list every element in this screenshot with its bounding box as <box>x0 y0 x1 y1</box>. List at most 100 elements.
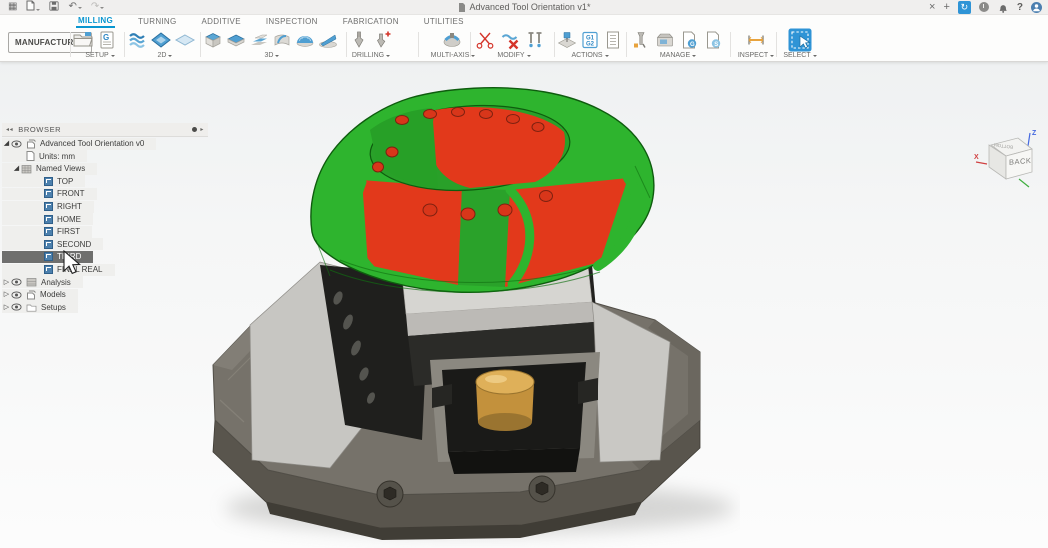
3d-adaptive-button[interactable] <box>202 29 224 51</box>
group-label-drilling[interactable]: DRILLING <box>348 52 394 59</box>
new-setup-button[interactable] <box>72 29 94 51</box>
undo-button[interactable]: ↶ <box>68 2 82 12</box>
named-view-front[interactable]: FRONT <box>2 187 97 200</box>
drill-button[interactable] <box>348 29 370 51</box>
notifications-bell-icon[interactable] <box>997 1 1009 14</box>
3d-steep-shallow-button[interactable] <box>248 29 270 51</box>
g-glyph: G <box>103 33 109 42</box>
save-button[interactable] <box>49 0 60 14</box>
tab-utilities[interactable]: UTILITIES <box>422 15 466 28</box>
named-view-icon <box>44 239 53 249</box>
panel-dot-icon[interactable] <box>192 127 198 132</box>
browser-item-analysis[interactable]: ▷ Analysis <box>2 276 83 289</box>
chevron-down-icon <box>692 55 697 59</box>
collapse-panel-icon[interactable]: ◂◂ <box>6 126 13 133</box>
tab-milling[interactable]: MILLING <box>76 14 115 28</box>
eye-icon[interactable] <box>11 303 22 311</box>
group-label-2d[interactable]: 2D <box>126 52 204 59</box>
browser-item-root[interactable]: ◢ Advanced Tool Orientation v0 <box>2 137 157 150</box>
file-menu-button[interactable] <box>26 0 41 14</box>
eye-icon[interactable] <box>11 291 22 299</box>
2d-pocket-button[interactable] <box>150 29 172 51</box>
expander-icon[interactable]: ▷ <box>2 291 11 298</box>
job-status-icon[interactable] <box>978 2 989 12</box>
tab-additive[interactable]: ADDITIVE <box>200 15 243 28</box>
browser-item-setups[interactable]: ▷ Setups <box>2 301 78 314</box>
machine-library-button[interactable] <box>654 29 676 51</box>
view-cube[interactable]: Z X BACK BOTTOM <box>973 125 1045 191</box>
group-label-inspect[interactable]: INSPECT <box>734 52 778 59</box>
delete-passes-button[interactable] <box>499 29 521 51</box>
browser-item-models[interactable]: ▷ Models <box>2 288 78 301</box>
eye-icon[interactable] <box>11 140 22 148</box>
post-process-button[interactable]: G1 G2 <box>579 29 601 51</box>
redo-button[interactable]: ↷ <box>91 2 105 12</box>
tool-library-button[interactable] <box>630 29 652 51</box>
2d-pocket-icon <box>151 32 171 48</box>
browser-item-named-views[interactable]: ◢ Named Views <box>2 162 98 175</box>
multi-axis-button[interactable] <box>441 29 463 51</box>
face-button[interactable] <box>174 29 196 51</box>
trim-button[interactable] <box>474 29 496 51</box>
named-view-right[interactable]: RIGHT <box>2 200 94 213</box>
named-view-second[interactable]: SECOND <box>2 238 104 251</box>
group-label-select[interactable]: SELECT <box>780 52 820 59</box>
group-manage: G S MANAGE <box>630 29 726 60</box>
expander-icon[interactable]: ◢ <box>2 140 11 147</box>
template-library-button[interactable]: S <box>702 29 724 51</box>
new-document-tab-icon[interactable]: + <box>943 1 949 13</box>
tab-turning[interactable]: TURNING <box>136 15 179 28</box>
stock-part[interactable] <box>310 87 655 293</box>
browser-item-units[interactable]: Units: mm <box>2 150 87 163</box>
group-label-actions[interactable]: ACTIONS <box>556 52 624 59</box>
3d-swarf-button[interactable] <box>271 29 293 51</box>
group-label-setup[interactable]: SETUP <box>72 52 128 59</box>
3d-parallel-button[interactable] <box>317 29 339 51</box>
measure-button[interactable] <box>745 29 767 51</box>
simulate-button[interactable] <box>556 29 578 51</box>
expander-icon[interactable]: ◢ <box>12 165 21 172</box>
view-cube-body[interactable]: BACK BOTTOM <box>988 137 1033 180</box>
brass-screw[interactable] <box>475 369 535 431</box>
title-bar: ▦ ↶ ↷ Advanced Tool Orientation v1* × + … <box>0 0 1048 15</box>
sync-status-icon[interactable]: ↻ <box>957 0 971 14</box>
named-views-label: Named Views <box>36 164 86 174</box>
units-label: Units: mm <box>39 151 75 161</box>
eye-icon[interactable] <box>11 278 22 286</box>
nc-program-button[interactable]: G <box>96 29 118 51</box>
select-button[interactable] <box>787 27 813 53</box>
workspace-tabs: MILLING TURNING ADDITIVE INSPECTION FABR… <box>0 14 1048 28</box>
group-setup: G SETUP <box>72 29 128 60</box>
group-label-manage[interactable]: MANAGE <box>630 52 726 59</box>
morphed-spiral-button[interactable] <box>294 29 316 51</box>
post-library-button[interactable]: G <box>678 29 700 51</box>
2d-adaptive-button[interactable] <box>126 29 148 51</box>
group-label-3d[interactable]: 3D <box>202 52 342 59</box>
edit-passes-button[interactable] <box>524 29 546 51</box>
profile-avatar-icon[interactable] <box>1031 1 1042 13</box>
expander-icon[interactable]: ▷ <box>2 304 11 311</box>
tab-inspection[interactable]: INSPECTION <box>264 15 320 28</box>
viewport-canvas[interactable]: Z X BACK BOTTOM ◂◂ BROWSER ▸ ◢ Advanced … <box>0 61 1048 548</box>
browser-header[interactable]: ◂◂ BROWSER ▸ <box>2 123 208 137</box>
machine-library-icon <box>656 33 674 47</box>
tab-fabrication[interactable]: FABRICATION <box>341 15 401 28</box>
named-view-first[interactable]: FIRST <box>2 225 93 238</box>
data-panel-grid-icon[interactable]: ▦ <box>8 2 17 12</box>
help-icon[interactable]: ? <box>1017 2 1023 13</box>
group-label-modify[interactable]: MODIFY <box>474 52 554 59</box>
bowl-green-band <box>458 188 510 287</box>
drill-secondary-button[interactable] <box>371 29 393 51</box>
model-3d[interactable] <box>180 70 740 548</box>
named-view-final-real[interactable]: FINAL REAL <box>2 263 115 276</box>
expander-icon[interactable]: ▷ <box>2 279 11 286</box>
panel-more-icon[interactable]: ▸ <box>200 126 204 133</box>
3d-steps-icon <box>251 34 268 45</box>
multi-axis-icon <box>443 33 461 47</box>
setup-sheet-button[interactable] <box>602 29 624 51</box>
3d-pocket-button[interactable] <box>225 29 247 51</box>
named-view-home[interactable]: HOME <box>2 213 93 226</box>
named-view-top[interactable]: TOP <box>2 175 86 188</box>
close-document-icon[interactable]: × <box>929 1 935 13</box>
named-view-third-selected[interactable]: THIRD <box>2 250 94 263</box>
